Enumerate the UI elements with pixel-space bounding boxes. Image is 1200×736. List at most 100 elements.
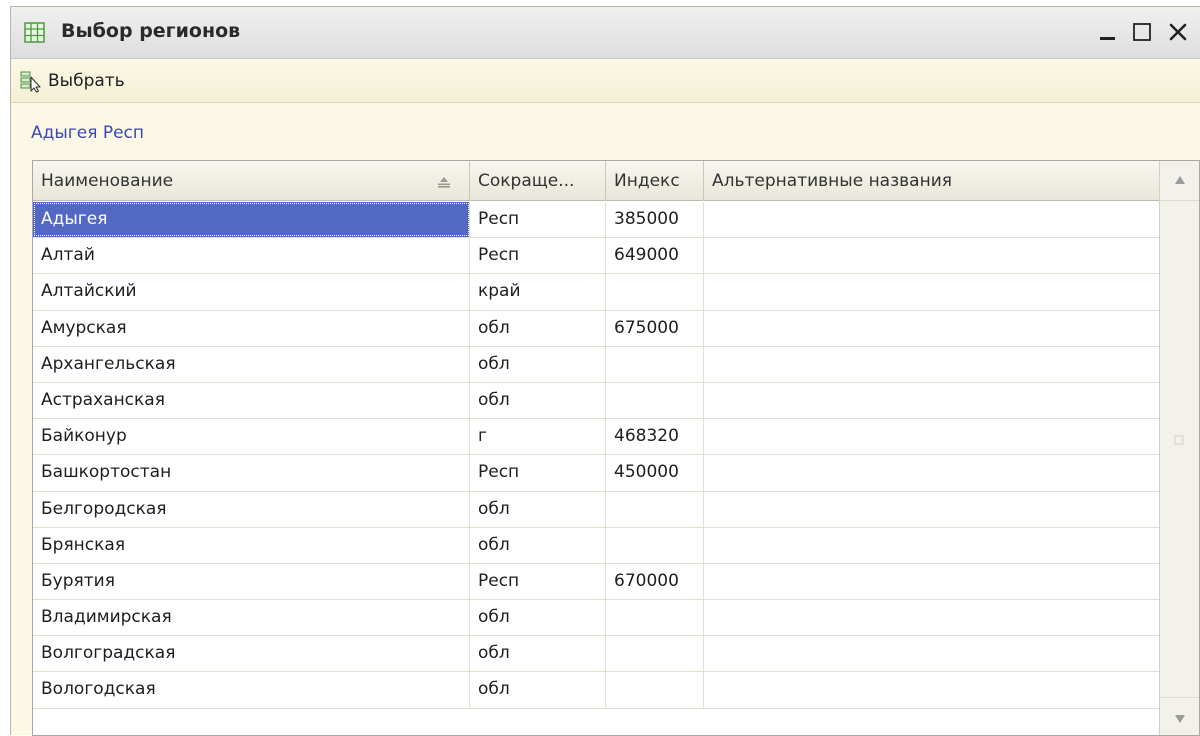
current-value-label: Адыгея Респ bbox=[31, 123, 144, 143]
table-row[interactable]: Вологодская обл bbox=[33, 672, 1160, 709]
cell-abbreviation[interactable]: обл bbox=[470, 491, 606, 527]
minimize-button[interactable] bbox=[1094, 18, 1122, 46]
cell-alternative-names[interactable] bbox=[704, 202, 1160, 238]
cell-index[interactable] bbox=[606, 527, 704, 563]
cell-alternative-names[interactable] bbox=[704, 382, 1160, 419]
cell-abbreviation[interactable]: Респ bbox=[470, 202, 606, 238]
cell-name[interactable]: Башкортостан bbox=[33, 455, 470, 491]
column-header-label: Сокраще... bbox=[478, 171, 575, 191]
cell-name[interactable]: Алтай bbox=[33, 238, 470, 274]
cell-name[interactable]: Бурятия bbox=[33, 563, 470, 600]
cell-alternative-names[interactable] bbox=[704, 636, 1160, 672]
table-row[interactable]: Башкортостан Респ 450000 bbox=[33, 455, 1160, 492]
form-content: Адыгея Респ Наименование Сокраще... Инде… bbox=[11, 104, 1200, 736]
cell-alternative-names[interactable] bbox=[704, 672, 1160, 708]
minimize-icon bbox=[1100, 37, 1115, 40]
cell-index[interactable] bbox=[606, 636, 704, 672]
cell-abbreviation[interactable]: обл bbox=[470, 382, 606, 419]
cell-index[interactable]: 670000 bbox=[606, 563, 704, 600]
cell-index[interactable] bbox=[606, 491, 704, 527]
table-row[interactable]: Бурятия Респ 670000 bbox=[33, 563, 1160, 601]
cell-alternative-names[interactable] bbox=[704, 455, 1160, 491]
cell-alternative-names[interactable] bbox=[704, 419, 1160, 455]
scroll-down-button[interactable] bbox=[1160, 697, 1199, 735]
cell-abbreviation[interactable]: обл bbox=[470, 636, 606, 672]
table-row[interactable]: Астраханская обл bbox=[33, 382, 1160, 420]
window-title: Выбор регионов bbox=[61, 20, 241, 42]
cell-abbreviation[interactable]: Респ bbox=[470, 238, 606, 274]
cell-name[interactable]: Владимирская bbox=[33, 600, 470, 636]
column-header-abbreviation[interactable]: Сокраще... bbox=[470, 161, 606, 201]
region-selection-window: Выбор регионов Выбрать Адыгея Респ Наиме… bbox=[10, 6, 1200, 736]
cell-abbreviation[interactable]: край bbox=[470, 274, 606, 310]
table-body: Адыгея Респ 385000 Алтай Респ 649000 Алтайский… bbox=[33, 202, 1160, 735]
cell-name[interactable]: Алтайский bbox=[33, 274, 470, 310]
cell-index[interactable]: 385000 bbox=[606, 202, 704, 238]
maximize-button[interactable] bbox=[1128, 18, 1156, 46]
cell-abbreviation[interactable]: обл bbox=[470, 527, 606, 563]
cell-name[interactable]: Байконур bbox=[33, 419, 470, 455]
cell-abbreviation[interactable]: Респ bbox=[470, 455, 606, 491]
vertical-scrollbar[interactable] bbox=[1159, 161, 1199, 735]
scroll-up-button[interactable] bbox=[1160, 161, 1199, 201]
table-header: Наименование Сокраще... Индекс Альтернат… bbox=[33, 161, 1160, 201]
column-header-label: Индекс bbox=[614, 171, 680, 191]
table-icon bbox=[24, 22, 45, 43]
cell-index[interactable]: 675000 bbox=[606, 310, 704, 346]
cell-alternative-names[interactable] bbox=[704, 310, 1160, 346]
cell-abbreviation[interactable]: Респ bbox=[470, 563, 606, 600]
cell-alternative-names[interactable] bbox=[704, 346, 1160, 382]
cell-index[interactable] bbox=[606, 672, 704, 708]
table-row[interactable]: Брянская обл bbox=[33, 527, 1160, 564]
cell-index[interactable] bbox=[606, 382, 704, 419]
column-header-name[interactable]: Наименование bbox=[33, 161, 470, 201]
column-header-index[interactable]: Индекс bbox=[606, 161, 704, 201]
select-button[interactable]: Выбрать bbox=[15, 65, 131, 97]
cell-index[interactable] bbox=[606, 346, 704, 382]
cell-name[interactable]: Вологодская bbox=[33, 672, 470, 708]
cell-alternative-names[interactable] bbox=[704, 274, 1160, 310]
table-row[interactable]: Байконур г 468320 bbox=[33, 419, 1160, 456]
cell-index[interactable]: 649000 bbox=[606, 238, 704, 274]
triangle-down-icon bbox=[1175, 715, 1185, 723]
cell-name[interactable]: Адыгея bbox=[33, 202, 470, 238]
close-button[interactable] bbox=[1164, 18, 1192, 46]
cell-name[interactable]: Амурская bbox=[33, 310, 470, 346]
column-header-label: Наименование bbox=[41, 171, 174, 191]
grip-icon bbox=[1174, 435, 1184, 445]
cell-abbreviation[interactable]: обл bbox=[470, 310, 606, 346]
cell-alternative-names[interactable] bbox=[704, 600, 1160, 636]
table-row[interactable]: Амурская обл 675000 bbox=[33, 310, 1160, 347]
cell-abbreviation[interactable]: обл bbox=[470, 672, 606, 708]
cell-name[interactable]: Архангельская bbox=[33, 346, 470, 382]
cell-alternative-names[interactable] bbox=[704, 238, 1160, 274]
table-row[interactable]: Алтай Респ 649000 bbox=[33, 238, 1160, 275]
cell-abbreviation[interactable]: обл bbox=[470, 346, 606, 382]
cell-abbreviation[interactable]: обл bbox=[470, 600, 606, 636]
cell-alternative-names[interactable] bbox=[704, 491, 1160, 527]
maximize-icon bbox=[1133, 23, 1151, 41]
scroll-thumb[interactable] bbox=[1166, 425, 1192, 455]
table-row[interactable]: Владимирская обл bbox=[33, 600, 1160, 637]
cell-index[interactable]: 468320 bbox=[606, 419, 704, 455]
table-row[interactable]: Волгоградская обл bbox=[33, 636, 1160, 673]
table-row[interactable]: Алтайский край bbox=[33, 274, 1160, 311]
close-icon bbox=[1169, 23, 1187, 41]
table-row[interactable]: Архангельская обл bbox=[33, 346, 1160, 383]
cell-alternative-names[interactable] bbox=[704, 527, 1160, 563]
title-bar: Выбор регионов bbox=[11, 7, 1200, 59]
table-row[interactable]: Белгородская обл bbox=[33, 491, 1160, 528]
cell-alternative-names[interactable] bbox=[704, 563, 1160, 600]
cell-index[interactable] bbox=[606, 274, 704, 310]
table-row[interactable]: Адыгея Респ 385000 bbox=[33, 202, 1160, 239]
column-header-label: Альтернативные названия bbox=[712, 171, 952, 191]
cell-name[interactable]: Астраханская bbox=[33, 382, 470, 419]
cell-index[interactable] bbox=[606, 600, 704, 636]
column-header-alternative-names[interactable]: Альтернативные названия bbox=[704, 161, 1160, 201]
cell-abbreviation[interactable]: г bbox=[470, 419, 606, 455]
cell-name[interactable]: Волгоградская bbox=[33, 636, 470, 672]
cell-index[interactable]: 450000 bbox=[606, 455, 704, 491]
cell-name[interactable]: Брянская bbox=[33, 527, 470, 563]
cell-name[interactable]: Белгородская bbox=[33, 491, 470, 527]
scroll-track[interactable] bbox=[1160, 201, 1199, 697]
